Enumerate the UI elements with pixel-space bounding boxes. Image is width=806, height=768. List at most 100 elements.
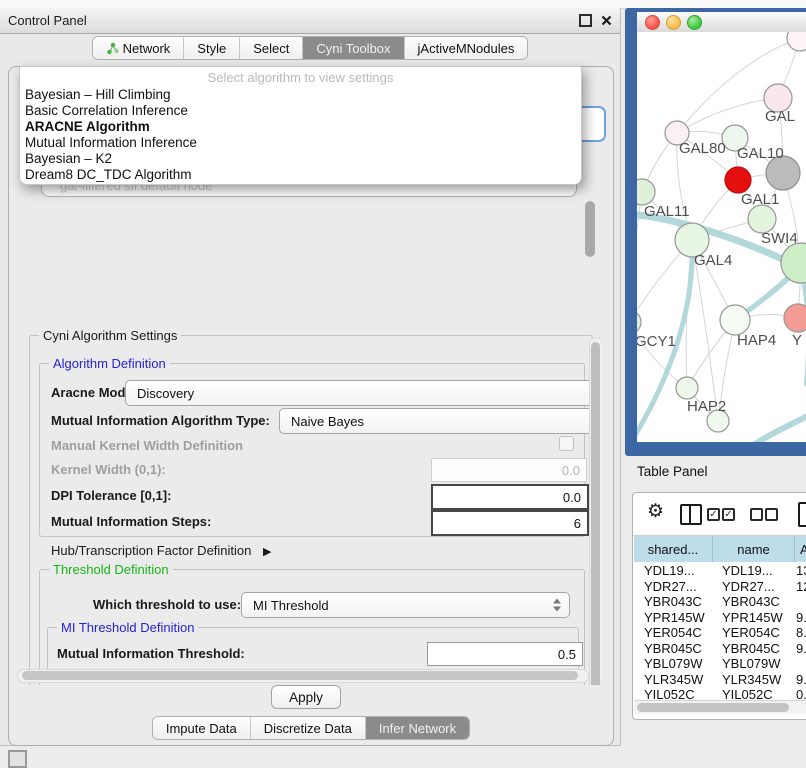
- tab-label: Style: [197, 41, 226, 56]
- table-row[interactable]: YBR043CYBR043C: [634, 594, 806, 610]
- table-cell: YPR145W: [712, 610, 793, 626]
- unselect-all-checkbox-icon[interactable]: [750, 508, 763, 521]
- show-columns-icon[interactable]: [680, 504, 702, 525]
- node-label: GAL: [765, 108, 795, 125]
- settings-gear-icon[interactable]: ⚙: [647, 501, 664, 523]
- tab-style[interactable]: Style: [184, 37, 240, 59]
- table-panel-title: Table Panel: [637, 464, 708, 479]
- network-node-gal11[interactable]: [637, 179, 655, 205]
- tab-label: Cyni Toolbox: [316, 41, 390, 56]
- new-table-icon[interactable]: [798, 502, 806, 527]
- tab-cyni-toolbox[interactable]: Cyni Toolbox: [303, 37, 404, 59]
- table-body: YDL19...YDL19...13YDR27...YDR27...12YBR0…: [634, 563, 806, 705]
- algorithm-option-bayesian-k2[interactable]: Bayesian – K2: [23, 151, 578, 167]
- table-row[interactable]: YER054CYER054C8.: [634, 625, 806, 641]
- network-node[interactable]: [787, 32, 806, 51]
- table-row[interactable]: YBL079WYBL079W: [634, 656, 806, 672]
- tab-jactivemnodules[interactable]: jActiveMNodules: [405, 37, 528, 59]
- table-row[interactable]: YLR345WYLR345W9.: [634, 672, 806, 688]
- network-view-window: GALGAL80GAL10GAL1GAL11SWI4GAL4GCY1HAP4YH…: [625, 8, 806, 456]
- network-graph-icon: [106, 42, 119, 55]
- select-all-checkbox-icon[interactable]: ✓: [722, 508, 735, 521]
- table-cell: YBR045C: [634, 641, 712, 657]
- dock-panel-icon[interactable]: [8, 750, 27, 768]
- algorithm-option-mutual-information-inference[interactable]: Mutual Information Inference: [23, 135, 578, 151]
- scrollbar-thumb[interactable]: [591, 342, 600, 685]
- network-node-hap4[interactable]: [720, 305, 750, 335]
- network-node-gal1[interactable]: [748, 205, 776, 233]
- network-node-swi4[interactable]: [781, 243, 806, 283]
- group-title: Algorithm Definition: [49, 356, 170, 371]
- network-node[interactable]: [725, 167, 751, 193]
- table-cell: YBR045C: [712, 641, 793, 657]
- scrollbar-thumb[interactable]: [637, 703, 789, 712]
- table-cell: 8.: [793, 625, 806, 641]
- algorithm-option-aracne-algorithm[interactable]: ARACNE Algorithm: [23, 119, 578, 135]
- network-canvas[interactable]: GALGAL80GAL10GAL1GAL11SWI4GAL4GCY1HAP4YH…: [637, 32, 806, 442]
- scrollbar-thumb[interactable]: [22, 671, 578, 680]
- kernel-width-input[interactable]: 0.0: [431, 458, 587, 482]
- unselect-all-checkbox-icon[interactable]: [765, 508, 778, 521]
- stepper-arrows-icon: [553, 599, 562, 612]
- hub-section-toggle[interactable]: Hub/Transcription Factor Definition ▶: [51, 543, 271, 558]
- column-header-name[interactable]: name: [713, 536, 794, 562]
- aracne-mode-combo[interactable]: Discovery: [125, 380, 601, 406]
- settings-scroll-area: Cyni Algorithm Settings Algorithm Defini…: [15, 197, 601, 685]
- mi-algorithm-type-combo[interactable]: Naive Bayes: [279, 408, 601, 434]
- settings-vertical-scrollbar[interactable]: [589, 337, 601, 685]
- network-window-titlebar: [637, 12, 806, 33]
- table-cell: 9.: [793, 610, 806, 626]
- table-cell: YDL19...: [634, 563, 712, 579]
- column-header-a[interactable]: A: [795, 536, 806, 562]
- table-cell: YDR27...: [634, 579, 712, 595]
- table-horizontal-scrollbar[interactable]: [634, 700, 806, 714]
- zoom-traffic-light-icon[interactable]: [687, 15, 702, 30]
- float-panel-icon[interactable]: [579, 14, 592, 27]
- tab-network[interactable]: Network: [93, 37, 185, 59]
- node-label: GAL80: [679, 140, 726, 157]
- algorithm-option-dream8-dc-tdc-algorithm[interactable]: Dream8 DC_TDC Algorithm: [23, 167, 578, 183]
- network-node-gcy1[interactable]: [637, 310, 641, 334]
- table-row[interactable]: YPR145WYPR145W9.: [634, 610, 806, 626]
- table-cell: YDR27...: [712, 579, 793, 595]
- column-header-shared[interactable]: shared...: [634, 536, 712, 562]
- algorithm-option-basic-correlation-inference[interactable]: Basic Correlation Inference: [23, 103, 578, 119]
- manual-kernel-checkbox[interactable]: [559, 436, 574, 451]
- mi-threshold-input[interactable]: 0.5: [427, 642, 583, 666]
- select-all-checkbox-icon[interactable]: ✓: [707, 508, 720, 521]
- table-row[interactable]: YDR27...YDR27...12: [634, 579, 806, 595]
- network-node-y[interactable]: [784, 304, 806, 332]
- node-label: GAL10: [737, 145, 784, 162]
- close-traffic-light-icon[interactable]: [645, 15, 660, 30]
- tab-label: Select: [253, 41, 289, 56]
- tab-impute-data[interactable]: Impute Data: [153, 717, 251, 739]
- apply-button[interactable]: Apply: [271, 685, 341, 709]
- table-cell: 13: [793, 563, 806, 579]
- table-cell: 9.: [793, 672, 806, 688]
- table-row[interactable]: YBR045CYBR045C9.: [634, 641, 806, 657]
- node-label: Y: [792, 332, 802, 349]
- node-label: HAP2: [687, 398, 726, 415]
- table-row[interactable]: YDL19...YDL19...13: [634, 563, 806, 579]
- minimize-traffic-light-icon[interactable]: [666, 15, 681, 30]
- mi-steps-input[interactable]: 6: [431, 510, 589, 536]
- close-icon[interactable]: [601, 15, 612, 26]
- node-label: GAL4: [694, 252, 732, 269]
- mi-threshold-label: Mutual Information Threshold:: [57, 646, 245, 661]
- settings-horizontal-scrollbar[interactable]: [17, 669, 589, 683]
- tab-label: jActiveMNodules: [418, 41, 515, 56]
- which-threshold-combo[interactable]: MI Threshold: [241, 592, 570, 618]
- mi-steps-label: Mutual Information Steps:: [51, 514, 211, 529]
- tab-infer-network[interactable]: Infer Network: [366, 717, 469, 739]
- which-threshold-value: MI Threshold: [253, 598, 329, 613]
- network-node-hap2[interactable]: [676, 377, 698, 399]
- dpi-tolerance-input[interactable]: 0.0: [431, 484, 589, 510]
- tab-discretize-data[interactable]: Discretize Data: [251, 717, 366, 739]
- algorithm-option-bayesian-hill-climbing[interactable]: Bayesian – Hill Climbing: [23, 87, 578, 103]
- window-title: Control Panel: [8, 13, 87, 28]
- list-scrollbar-thumb[interactable]: [585, 201, 595, 257]
- manual-kernel-label: Manual Kernel Width Definition: [51, 438, 243, 453]
- tab-select[interactable]: Select: [240, 37, 303, 59]
- dropdown-placeholder: Select algorithm to view settings: [20, 70, 581, 85]
- group-title: MI Threshold Definition: [57, 620, 198, 635]
